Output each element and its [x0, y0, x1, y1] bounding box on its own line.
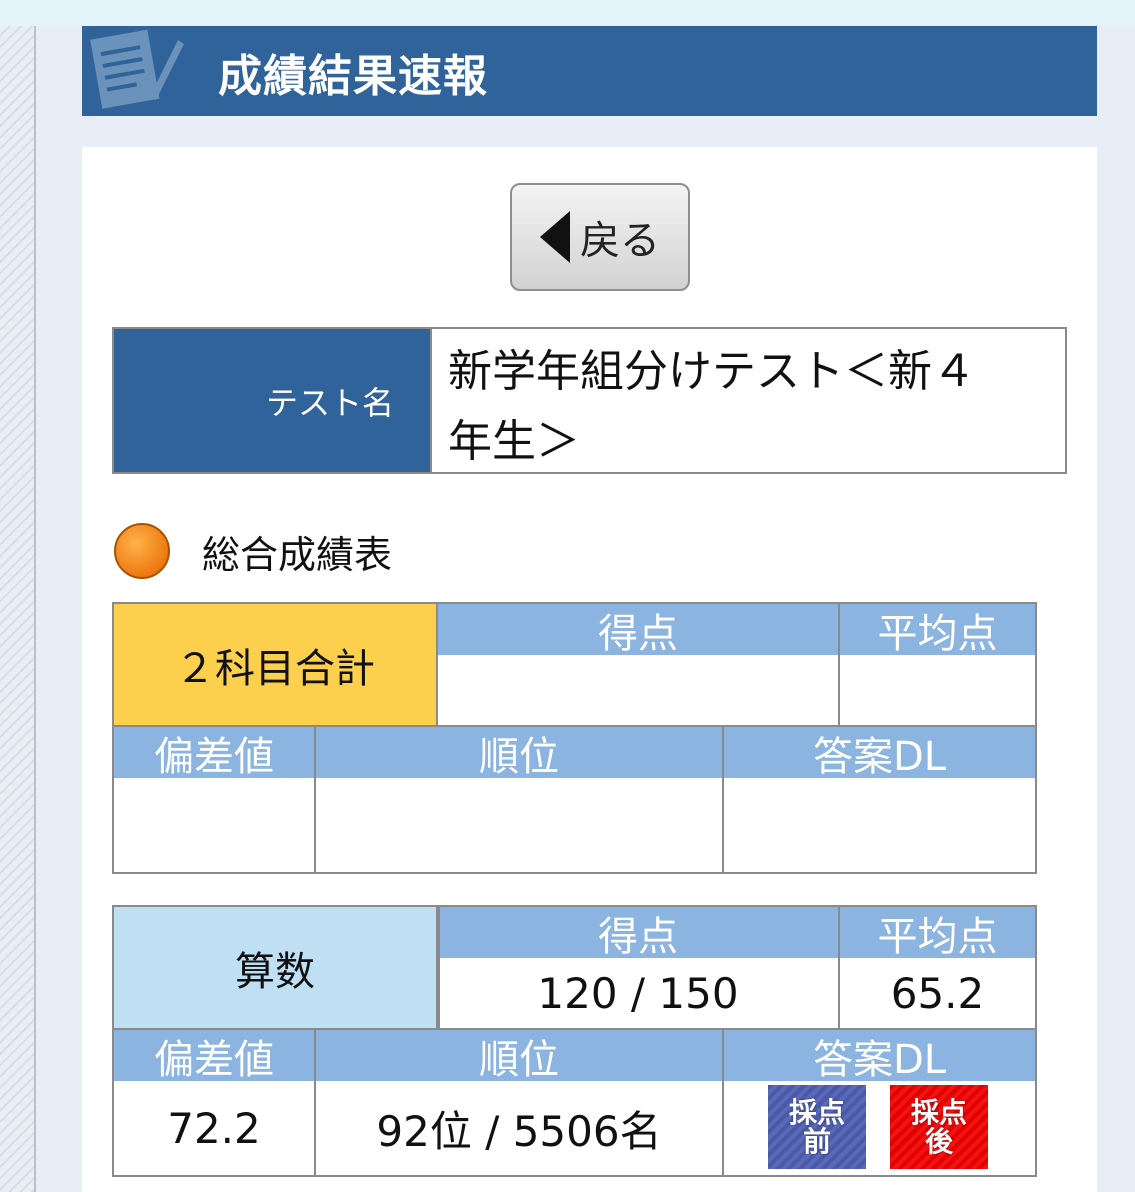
page-header: 成績結果速報 — [82, 26, 1097, 116]
deviation-header: 偏差値 — [114, 727, 314, 780]
score-value — [438, 655, 838, 725]
rank-value: 92位 / 5506名 — [376, 1106, 662, 1156]
section-heading: 総合成績表 — [114, 523, 392, 579]
orange-circle-icon — [114, 523, 170, 579]
rank-header: 順位 — [316, 1030, 722, 1083]
answer-dl-header: 答案DL — [724, 1030, 1035, 1083]
side-stripe-border — [0, 26, 36, 1192]
test-name-line-1: 新学年組分けテスト＜新４ — [448, 346, 976, 397]
deviation-header: 偏差値 — [114, 1030, 314, 1083]
rank-header: 順位 — [316, 727, 722, 780]
button-label-line-1: 採点 — [788, 1095, 845, 1129]
button-label-line-2: 前 — [802, 1125, 831, 1158]
top-bar — [0, 0, 1135, 26]
subject-cell: ２科目合計 — [114, 604, 438, 725]
answer-download-after-grading-button[interactable]: 採点 後 — [890, 1085, 988, 1169]
notepad-pencil-icon — [90, 29, 184, 109]
page-title: 成績結果速報 — [218, 51, 488, 102]
average-value — [840, 655, 1035, 725]
answer-dl-header: 答案DL — [724, 727, 1035, 780]
score-header: 得点 — [438, 907, 838, 960]
content-panel: 戻る テスト名 新学年組分けテスト＜新４ 年生＞ 総合成績表 ２科目合計 得点 … — [82, 147, 1097, 1192]
button-label-line-1: 採点 — [910, 1095, 967, 1129]
answer-dl-cell — [724, 778, 1035, 872]
average-header: 平均点 — [840, 604, 1035, 657]
average-value: 65.2 — [890, 968, 985, 1018]
back-button[interactable]: 戻る — [510, 183, 690, 291]
test-name-line-2: 年生＞ — [448, 416, 580, 468]
score-table-math: 算数 得点 平均点 120 / 150 65.2 偏差値 順位 答案DL 72.… — [112, 905, 1037, 1177]
answer-dl-cell: 採点 前 採点 後 — [724, 1081, 1035, 1175]
left-triangle-icon — [540, 211, 570, 263]
score-value: 120 / 150 — [537, 968, 739, 1018]
test-name-value: 新学年組分けテスト＜新４ 年生＞ — [430, 329, 1065, 472]
subject-cell: 算数 — [114, 907, 438, 1028]
deviation-value: 72.2 — [167, 1103, 261, 1153]
answer-download-before-grading-button[interactable]: 採点 前 — [768, 1085, 866, 1169]
score-table-total: ２科目合計 得点 平均点 偏差値 順位 答案DL — [112, 602, 1037, 874]
rank-value — [316, 778, 722, 872]
deviation-value — [114, 778, 314, 872]
button-label-line-2: 後 — [924, 1125, 953, 1158]
score-header: 得点 — [438, 604, 838, 657]
average-header: 平均点 — [840, 907, 1035, 960]
test-name-box: テスト名 新学年組分けテスト＜新４ 年生＞ — [112, 327, 1067, 474]
test-name-label: テスト名 — [114, 329, 430, 472]
back-button-label: 戻る — [580, 218, 660, 264]
section-title: 総合成績表 — [202, 532, 393, 577]
